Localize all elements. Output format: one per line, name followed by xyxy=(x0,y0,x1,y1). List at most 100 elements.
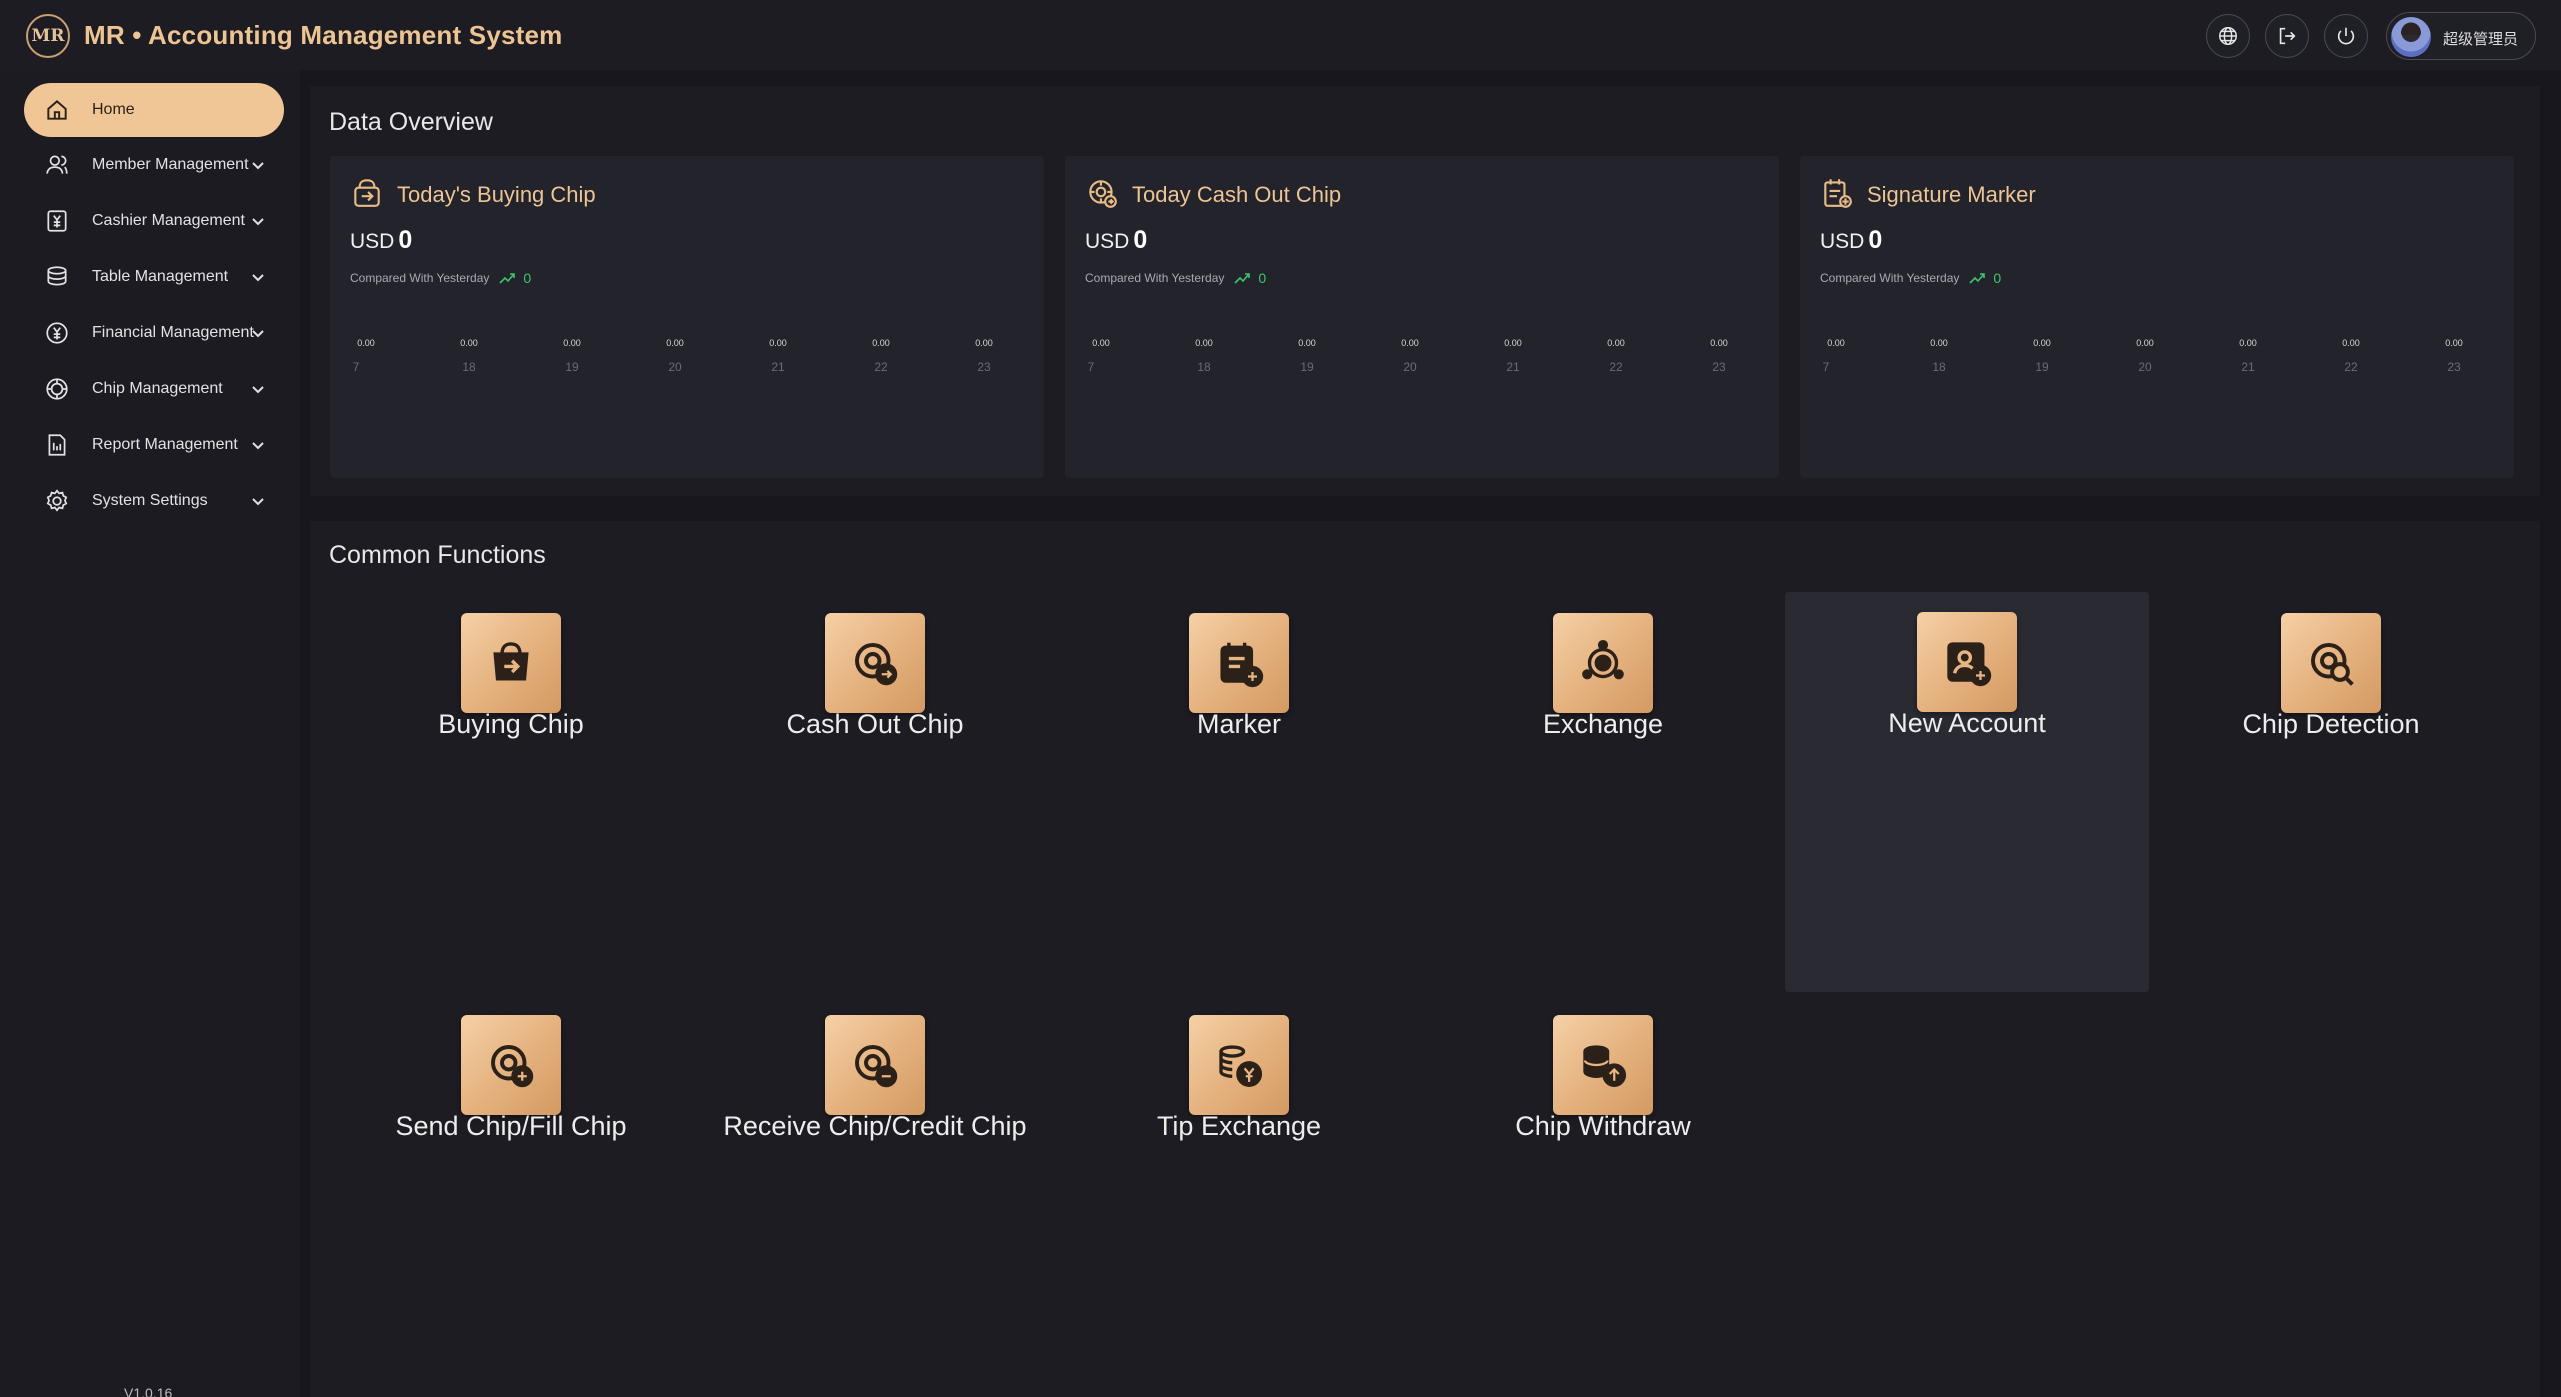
settings-icon xyxy=(42,486,72,516)
currency: USD xyxy=(350,230,395,253)
chart-x-tick: 21 xyxy=(2241,360,2255,374)
chart-x-tick: 20 xyxy=(2138,360,2152,374)
sidebar-item-report-management[interactable]: Report Management xyxy=(24,418,284,472)
chart-point-label: 0.00 xyxy=(460,338,478,348)
amount-value: 0 xyxy=(1133,226,1148,254)
sidebar-item-system-settings[interactable]: System Settings xyxy=(24,474,284,528)
chart-point-label: 0.00 xyxy=(2136,338,2154,348)
currency: USD xyxy=(1085,230,1130,253)
function-cash-out-chip[interactable]: Cash Out Chip xyxy=(693,593,1057,993)
chart-point-label: 0.00 xyxy=(2239,338,2257,348)
language-button[interactable] xyxy=(2206,14,2250,58)
sidebar-item-table-management[interactable]: Table Management xyxy=(24,250,284,304)
sidebar-item-financial-management[interactable]: Financial Management xyxy=(24,306,284,360)
compare-label: Compared With Yesterday xyxy=(350,271,490,285)
sidebar-item-label: Cashier Management xyxy=(92,212,245,229)
function-label: Exchange xyxy=(1542,709,1664,739)
function-tile xyxy=(1189,1015,1289,1115)
card-amount: USD 0 xyxy=(1085,226,1147,255)
function-send-chip-fill-chip[interactable]: Send Chip/Fill Chip xyxy=(329,995,693,1395)
sidebar-item-home[interactable]: Home xyxy=(24,83,284,137)
common-functions-title: Common Functions xyxy=(329,541,546,569)
chevron-down-icon xyxy=(252,218,264,226)
avatar xyxy=(2391,17,2431,57)
user-name: 超级管理员 xyxy=(2443,30,2519,48)
function-tile xyxy=(1553,613,1653,713)
user-menu[interactable]: 超级管理员 xyxy=(2386,12,2536,60)
function-label: Buying Chip xyxy=(438,709,584,739)
function-buying-chip[interactable]: Buying Chip xyxy=(329,593,693,993)
function-label: New Account xyxy=(1888,708,2046,738)
sidebar-item-chip-management[interactable]: Chip Management xyxy=(24,362,284,416)
function-exchange[interactable]: Exchange xyxy=(1421,593,1785,993)
logo: MR xyxy=(26,14,70,58)
exchange-icon xyxy=(1582,639,1624,680)
financial-icon xyxy=(42,318,72,348)
function-marker[interactable]: Marker xyxy=(1057,593,1421,993)
function-label: Receive Chip/Credit Chip xyxy=(723,1111,1027,1141)
send-chip-icon xyxy=(491,1045,534,1088)
chart-x-tick: 19 xyxy=(565,360,579,374)
chart-x-tick: 7 xyxy=(1822,360,1830,374)
chart-x-tick: 7 xyxy=(352,360,360,374)
chip-detection-icon xyxy=(2311,643,2354,686)
chart-point-label: 0.00 xyxy=(1504,338,1522,348)
sidebar-item-member-management[interactable]: Member Management xyxy=(24,138,284,192)
compare-delta: 0 xyxy=(1258,270,1267,286)
compare-row: Compared With Yesterday 0 xyxy=(1085,270,1266,286)
chip-withdraw-icon xyxy=(1583,1045,1627,1087)
compare-label: Compared With Yesterday xyxy=(1085,271,1225,285)
function-tile xyxy=(461,1015,561,1115)
chart-x-tick: 22 xyxy=(1609,360,1623,374)
function-new-account[interactable]: New Account xyxy=(1785,592,2149,992)
chevron-down-icon xyxy=(252,386,264,394)
compare-row: Compared With Yesterday 0 xyxy=(350,270,531,286)
function-label: Tip Exchange xyxy=(1156,1111,1322,1141)
card-title: Today's Buying Chip xyxy=(397,182,596,207)
function-tip-exchange[interactable]: Tip Exchange xyxy=(1057,995,1421,1395)
cashier-icon xyxy=(42,206,72,236)
chart-point-label: 0.00 xyxy=(1092,338,1110,348)
sidebar: Home Member Management Cashier Managemen… xyxy=(0,70,300,1397)
chevron-down-icon xyxy=(252,274,264,282)
function-label: Send Chip/Fill Chip xyxy=(395,1111,627,1141)
chart-x-tick: 18 xyxy=(1932,360,1946,374)
sidebar-item-label: Table Management xyxy=(92,268,229,285)
function-tile xyxy=(461,613,561,713)
card-title: Today Cash Out Chip xyxy=(1132,182,1342,207)
chart-x-tick: 20 xyxy=(1403,360,1417,374)
power-icon xyxy=(2337,27,2355,45)
chart-point-label: 0.00 xyxy=(872,338,890,348)
chart-point-label: 0.00 xyxy=(1607,338,1625,348)
logout-button[interactable] xyxy=(2265,14,2309,58)
function-chip-detection[interactable]: Chip Detection xyxy=(2149,593,2513,993)
chart-x-tick: 19 xyxy=(2035,360,2049,374)
amount-value: 0 xyxy=(398,226,413,254)
chart-x-tick: 7 xyxy=(1087,360,1095,374)
function-receive-chip-credit-chip[interactable]: Receive Chip/Credit Chip xyxy=(693,995,1057,1395)
trend-up-icon xyxy=(1969,273,1986,284)
trend-up-icon xyxy=(499,273,516,284)
stat-card-cash-out-chip: Today Cash Out Chip USD 0 Compared With Y… xyxy=(1065,156,1779,478)
compare-delta: 0 xyxy=(1993,270,2002,286)
sidebar-item-cashier-management[interactable]: Cashier Management xyxy=(24,194,284,248)
stat-card-buying-chip: Today's Buying Chip USD 0 Compared With Y… xyxy=(330,156,1044,478)
chart-point-label: 0.00 xyxy=(2342,338,2360,348)
power-button[interactable] xyxy=(2324,14,2368,58)
compare-label: Compared With Yesterday xyxy=(1820,271,1960,285)
chart-x-tick: 18 xyxy=(1197,360,1211,374)
chevron-down-icon xyxy=(252,162,264,170)
chart-x-tick: 18 xyxy=(462,360,476,374)
tip-exchange-icon xyxy=(1219,1045,1263,1087)
function-tile xyxy=(1553,1015,1653,1115)
compare-delta: 0 xyxy=(523,270,532,286)
chart-point-label: 0.00 xyxy=(1930,338,1948,348)
sidebar-item-label: Member Management xyxy=(92,156,249,173)
logout-icon xyxy=(2279,27,2296,45)
chart-point-label: 0.00 xyxy=(2033,338,2051,348)
chart-x-tick: 20 xyxy=(668,360,682,374)
chart-point-label: 0.00 xyxy=(2445,338,2463,348)
function-label: Chip Detection xyxy=(2242,709,2420,739)
function-chip-withdraw[interactable]: Chip Withdraw xyxy=(1421,995,1785,1395)
receive-chip-icon xyxy=(855,1045,898,1088)
